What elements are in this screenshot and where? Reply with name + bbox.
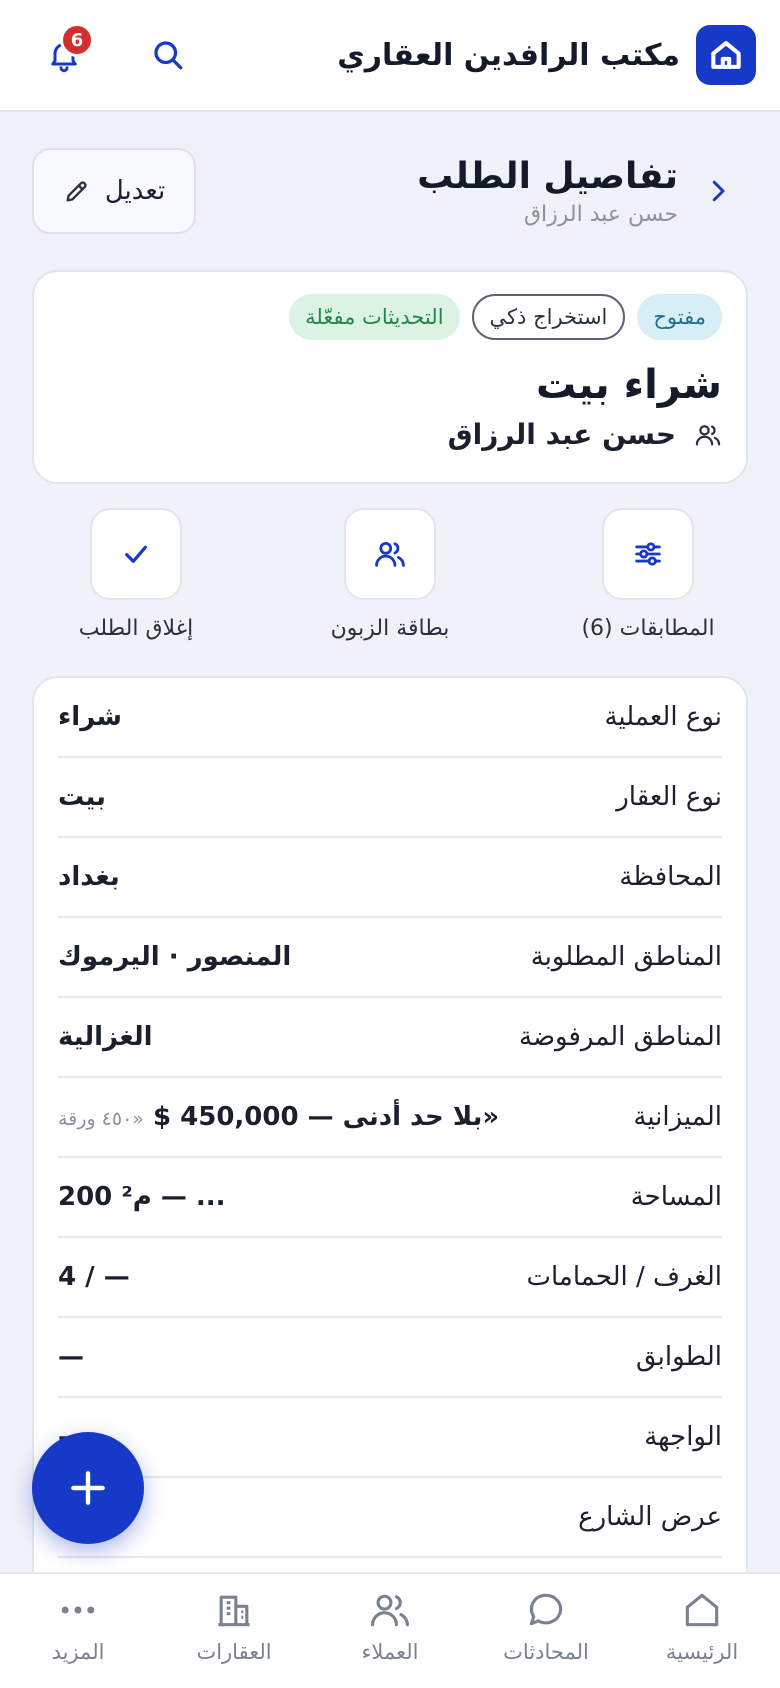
ai-extraction-chip[interactable]: استخراج ذكي [471, 294, 626, 340]
detail-row: المناطق المطلوبة المنصور · اليرموك [58, 918, 722, 998]
chevron-right-icon [712, 180, 725, 202]
quick-actions: المطابقات (6) بطاقة الزبون إغلاق الطلب [32, 508, 748, 648]
nav-item-clients[interactable]: العملاء [312, 1574, 468, 1688]
nav-label: الرئيسية [665, 1640, 739, 1664]
building-icon [218, 1595, 250, 1627]
detail-label: المناطق المطلوبة [530, 942, 722, 972]
detail-value: — / 4 [58, 1262, 130, 1292]
page-header: تفاصيل الطلب حسن عبد الرزاق تعديل [32, 148, 748, 234]
notifications-badge: 6 [60, 23, 94, 57]
detail-row: المحافظة بغداد [58, 838, 722, 918]
detail-label: نوع العقار [616, 782, 722, 812]
detail-row: الميزانية «بلا حد أدنى — 450,000 $ «٤٥٠ … [58, 1078, 722, 1158]
back-button[interactable] [696, 169, 740, 213]
budget-note: «٤٥٠ ورقة [58, 1108, 144, 1130]
nav-label: المزيد [51, 1640, 105, 1664]
status-badge: مفتوح [637, 294, 722, 340]
detail-row: الواجهة — [58, 1398, 722, 1478]
detail-row: الغرف / الحمامات — / 4 [58, 1238, 722, 1318]
check-icon [125, 545, 147, 563]
detail-value: شراء [58, 702, 122, 732]
pencil-icon [66, 181, 87, 202]
sliders-icon [635, 542, 661, 566]
home-logo-icon[interactable] [696, 25, 756, 85]
client-card-label: بطاقة الزبون [330, 616, 450, 641]
more-dots-icon [61, 1606, 95, 1614]
detail-row: الطوابق — [58, 1318, 722, 1398]
budget-amount: «بلا حد أدنى — 450,000 $ [152, 1102, 500, 1132]
request-summary-card: مفتوح استخراج ذكي التحديثات مفعّلة شراء … [32, 270, 748, 484]
matches-action[interactable]: المطابقات (6) [548, 508, 748, 641]
detail-label: الميزانية [633, 1102, 722, 1132]
app-title: مكتب الرافدين العقاري [337, 37, 680, 73]
detail-value: ... — م² 200 [58, 1182, 226, 1212]
client-name: حسن عبد الرزاق [447, 418, 676, 451]
detail-label: المساحة [630, 1182, 722, 1212]
users-icon [371, 1594, 409, 1627]
nav-label: العقارات [196, 1640, 272, 1664]
request-title: شراء بيت [536, 362, 722, 408]
page-title: تفاصيل الطلب [417, 155, 678, 197]
detail-label: عرض الشارع [578, 1502, 722, 1532]
nav-item-home[interactable]: الرئيسية [624, 1574, 780, 1688]
search-icon [154, 41, 183, 70]
chat-bubble-icon [529, 1593, 563, 1626]
detail-value: المنصور · اليرموك [58, 942, 292, 972]
edit-button-label: تعديل [104, 176, 166, 206]
detail-row: نوع العملية شراء [58, 678, 722, 758]
matches-label: المطابقات (6) [581, 616, 715, 641]
detail-label: الواجهة [644, 1422, 722, 1452]
detail-row: عرض الشارع — [58, 1478, 722, 1558]
users-icon [695, 424, 721, 445]
request-details-card: نوع العملية شراء نوع العقار بيت المحافظة… [32, 676, 748, 1576]
users-icon [375, 541, 405, 567]
close-request-label: إغلاق الطلب [78, 616, 194, 641]
close-request-action[interactable]: إغلاق الطلب [36, 508, 236, 641]
nav-item-more[interactable]: المزيد [0, 1574, 156, 1688]
bottom-nav: الرئيسية المحادثات العملاء العقارات المز… [0, 1572, 780, 1688]
home-icon [685, 1593, 719, 1627]
notifications-button[interactable]: 6 [40, 23, 94, 79]
detail-label: المناطق المرفوضة [519, 1022, 722, 1052]
plus-icon [71, 1471, 105, 1505]
detail-label: الغرف / الحمامات [526, 1262, 722, 1292]
nav-item-properties[interactable]: العقارات [156, 1574, 312, 1688]
detail-value: بيت [58, 782, 106, 812]
detail-value: الغزالية [58, 1022, 153, 1052]
search-button[interactable] [144, 31, 192, 79]
detail-label: الطوابق [635, 1342, 722, 1372]
detail-label: نوع العملية [604, 702, 722, 732]
updates-enabled-chip: التحديثات مفعّلة [289, 294, 460, 340]
page-subtitle: حسن عبد الرزاق [523, 202, 678, 228]
detail-label: المحافظة [619, 862, 722, 892]
nav-label: المحادثات [503, 1640, 589, 1664]
add-fab-button[interactable] [32, 1432, 144, 1544]
detail-value: — [58, 1342, 84, 1372]
app-header: مكتب الرافدين العقاري 6 [0, 0, 780, 112]
edit-button[interactable]: تعديل [32, 148, 196, 234]
nav-label: العملاء [361, 1640, 419, 1664]
client-card-action[interactable]: بطاقة الزبون [290, 508, 490, 641]
detail-value: بغداد [58, 862, 120, 892]
detail-row: نوع العقار بيت [58, 758, 722, 838]
budget-value: «بلا حد أدنى — 450,000 $ «٤٥٠ ورقة [58, 1102, 499, 1132]
nav-item-chats[interactable]: المحادثات [468, 1574, 624, 1688]
detail-row: المساحة ... — م² 200 [58, 1158, 722, 1238]
detail-row: المناطق المرفوضة الغزالية [58, 998, 722, 1078]
